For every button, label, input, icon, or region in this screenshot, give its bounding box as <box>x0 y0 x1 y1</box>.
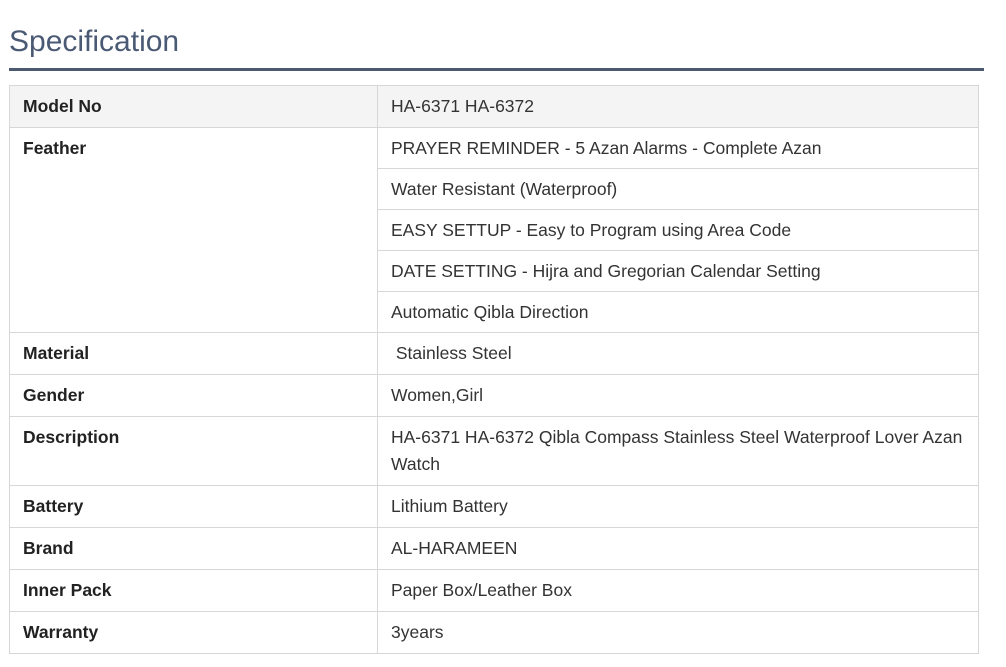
spec-row-brand: Brand AL-HARAMEEN <box>9 527 979 570</box>
spec-value-brand: AL-HARAMEEN <box>377 527 979 570</box>
spec-row-battery: Battery Lithium Battery <box>9 485 979 528</box>
spec-label-gender: Gender <box>9 374 378 417</box>
spec-value-warranty: 3years <box>377 611 979 654</box>
spec-value-battery: Lithium Battery <box>377 485 979 528</box>
spec-label-brand: Brand <box>9 527 378 570</box>
spec-value-gender: Women,Girl <box>377 374 979 417</box>
spec-label-battery: Battery <box>9 485 378 528</box>
spec-label-model: Model No <box>9 85 378 128</box>
spec-value-material: Stainless Steel <box>377 332 979 375</box>
spec-label-material: Material <box>9 332 378 375</box>
spec-label-warranty: Warranty <box>9 611 378 654</box>
feature-item: EASY SETTUP - Easy to Program using Area… <box>378 210 978 251</box>
spec-row-description: Description HA-6371 HA-6372 Qibla Compas… <box>9 416 979 486</box>
spec-row-inner-pack: Inner Pack Paper Box/Leather Box <box>9 569 979 612</box>
title-divider <box>9 68 984 71</box>
spec-row-gender: Gender Women,Girl <box>9 374 979 417</box>
specification-table: Model No HA-6371 HA-6372 Feather PRAYER … <box>9 85 979 654</box>
section-title: Specification <box>9 25 180 58</box>
spec-row-feather: Feather PRAYER REMINDER - 5 Azan Alarms … <box>9 127 979 333</box>
spec-value-model: HA-6371 HA-6372 <box>377 85 979 128</box>
feature-item: DATE SETTING - Hijra and Gregorian Calen… <box>378 251 978 292</box>
spec-value-feather: PRAYER REMINDER - 5 Azan Alarms - Comple… <box>377 127 979 333</box>
feature-item: Automatic Qibla Direction <box>391 302 589 322</box>
spec-label-description: Description <box>9 416 378 486</box>
spec-value-description: HA-6371 HA-6372 Qibla Compass Stainless … <box>377 416 979 486</box>
feature-item: Water Resistant (Waterproof) <box>378 169 978 210</box>
spec-value-inner-pack: Paper Box/Leather Box <box>377 569 979 612</box>
spec-row-warranty: Warranty 3years <box>9 611 979 654</box>
spec-row-material: Material Stainless Steel <box>9 332 979 375</box>
feature-item: PRAYER REMINDER - 5 Azan Alarms - Comple… <box>378 128 978 169</box>
spec-label-inner-pack: Inner Pack <box>9 569 378 612</box>
spec-row-model: Model No HA-6371 HA-6372 <box>9 85 979 128</box>
spec-label-feather: Feather <box>9 127 378 333</box>
